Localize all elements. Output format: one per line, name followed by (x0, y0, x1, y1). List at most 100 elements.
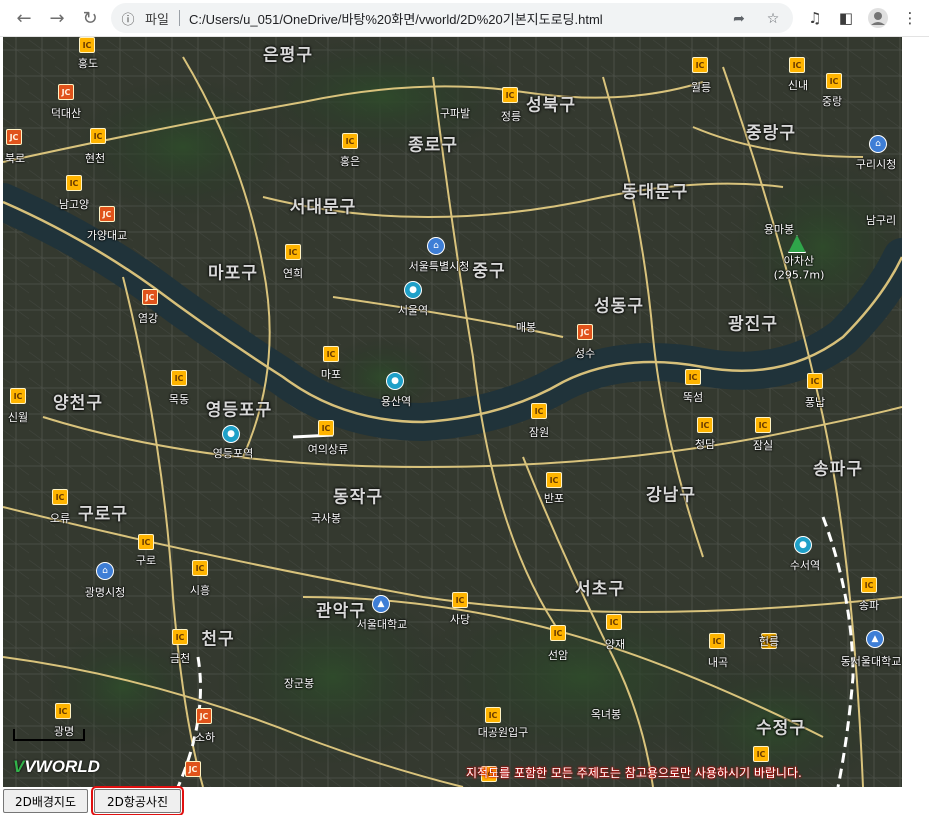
ic-marker-icon[interactable]: IC (171, 370, 187, 386)
ic-marker-icon[interactable]: IC (606, 614, 622, 630)
district-label: 은평구 (263, 45, 313, 66)
ic-marker-icon[interactable]: IC (531, 403, 547, 419)
place-label: 내곡 (707, 656, 729, 669)
place-label: 서울특별시청 (408, 260, 470, 273)
back-arrow-icon[interactable]: ← (12, 6, 36, 30)
place-label: 잠실 (752, 439, 774, 452)
ic-marker-icon[interactable]: IC (709, 633, 725, 649)
place-label: 영등포역 (212, 447, 254, 460)
ic-marker-icon[interactable]: IC (753, 746, 769, 762)
district-label: 마포구 (208, 263, 258, 284)
school-icon[interactable]: ▲ (866, 630, 884, 648)
ic-marker-icon[interactable]: IC (697, 417, 713, 433)
side-panel-icon[interactable]: ◧ (834, 6, 858, 30)
jc-marker-icon[interactable]: JC (196, 708, 212, 724)
aerial-photo-button[interactable]: 2D항공사진 (91, 786, 184, 815)
ic-marker-icon[interactable]: IC (826, 73, 842, 89)
ic-marker-icon[interactable]: IC (502, 87, 518, 103)
place-label: 소하 (194, 731, 216, 744)
place-label: 광명시청 (84, 586, 126, 599)
star-icon[interactable]: ☆ (763, 9, 783, 29)
vworld-logo: VVWORLD (13, 757, 100, 776)
media-control-icon[interactable]: ♫ (803, 6, 827, 30)
ic-marker-icon[interactable]: IC (485, 707, 501, 723)
district-label: 구로구 (78, 504, 128, 525)
ic-marker-icon[interactable]: IC (685, 369, 701, 385)
jc-marker-icon[interactable]: JC (58, 84, 74, 100)
building-icon[interactable]: ⌂ (869, 135, 887, 153)
file-label: 파일 (145, 12, 169, 27)
place-label: 여의상류 (307, 443, 349, 456)
ic-marker-icon[interactable]: IC (550, 625, 566, 641)
ic-marker-icon[interactable]: IC (318, 420, 334, 436)
place-label: 수서역 (789, 559, 821, 572)
info-icon[interactable]: ⓘ (119, 9, 137, 28)
place-label: 홍도 (77, 57, 99, 70)
profile-avatar-icon[interactable] (866, 6, 890, 30)
ic-marker-icon[interactable]: IC (789, 57, 805, 73)
place-label: 성수 (574, 347, 596, 360)
place-label: 북로 (4, 152, 26, 165)
district-label: 중랑구 (746, 123, 796, 144)
school-icon[interactable]: ▲ (372, 595, 390, 613)
place-label: 정릉 (500, 110, 522, 123)
district-label: 성동구 (594, 296, 644, 317)
place-label: 남구리 (865, 214, 897, 227)
district-label: 광진구 (728, 314, 778, 335)
ic-marker-icon[interactable]: IC (138, 534, 154, 550)
base-map-button[interactable]: 2D배경지도 (3, 789, 88, 813)
ic-marker-icon[interactable]: IC (192, 560, 208, 576)
map-canvas[interactable]: 은평구 성북구 종로구 중랑구 동대문구 서대문구 마포구 중구 성동구 광진구… (3, 37, 902, 787)
place-label: 장군봉 (283, 677, 315, 690)
district-label: 종로구 (408, 135, 458, 156)
building-icon[interactable]: ⌂ (96, 562, 114, 580)
ic-marker-icon[interactable]: IC (692, 57, 708, 73)
forward-arrow-icon[interactable]: → (45, 6, 69, 30)
place-label: 월릉 (690, 81, 712, 94)
jc-marker-icon[interactable]: JC (577, 324, 593, 340)
place-label: 풍납 (804, 396, 826, 409)
district-label: 천구 (201, 629, 235, 650)
ic-marker-icon[interactable]: IC (66, 175, 82, 191)
ic-marker-icon[interactable]: IC (10, 388, 26, 404)
place-label: 신내 (787, 79, 809, 92)
jc-marker-icon[interactable]: JC (99, 206, 115, 222)
ic-marker-icon[interactable]: IC (755, 417, 771, 433)
reload-icon[interactable]: ↻ (78, 6, 102, 30)
ic-marker-icon[interactable]: IC (342, 133, 358, 149)
place-label: 매봉 (515, 321, 537, 334)
url-text[interactable]: C:/Users/u_051/OneDrive/바탕%20화면/vworld/2… (189, 9, 603, 28)
place-label: 국사봉 (310, 512, 342, 525)
jc-marker-icon[interactable]: JC (142, 289, 158, 305)
place-label: 서울대학교 (356, 618, 408, 631)
ic-marker-icon[interactable]: IC (79, 37, 95, 53)
ic-marker-icon[interactable]: IC (807, 373, 823, 389)
address-bar[interactable]: ⓘ 파일 C:/Users/u_051/OneDrive/바탕%20화면/vwo… (111, 3, 793, 33)
subway-icon[interactable]: ● (222, 425, 240, 443)
ic-marker-icon[interactable]: IC (90, 128, 106, 144)
place-label: 염강 (137, 312, 159, 325)
ic-marker-icon[interactable]: IC (323, 346, 339, 362)
share-icon[interactable]: ➦ (729, 9, 749, 29)
ic-marker-icon[interactable]: IC (452, 592, 468, 608)
ic-marker-icon[interactable]: IC (55, 703, 71, 719)
subway-icon[interactable]: ● (404, 281, 422, 299)
ic-marker-icon[interactable]: IC (546, 472, 562, 488)
place-label: 구로 (135, 554, 157, 567)
ic-marker-icon[interactable]: IC (52, 489, 68, 505)
browser-toolbar: ← → ↻ ⓘ 파일 C:/Users/u_051/OneDrive/바탕%20… (0, 0, 929, 37)
menu-kebab-icon[interactable]: ⋮ (898, 6, 922, 30)
ic-marker-icon[interactable]: IC (285, 244, 301, 260)
building-icon[interactable]: ⌂ (427, 237, 445, 255)
subway-icon[interactable]: ● (794, 536, 812, 554)
subway-icon[interactable]: ● (386, 372, 404, 390)
jc-marker-icon[interactable]: JC (185, 761, 201, 777)
place-label: 연희 (282, 267, 304, 280)
ic-marker-icon[interactable]: IC (172, 629, 188, 645)
district-label: 양천구 (53, 393, 103, 414)
ic-marker-icon[interactable]: IC (861, 577, 877, 593)
place-label: 청담 (694, 438, 716, 451)
place-label: 서울역 (397, 304, 429, 317)
district-label: 중구 (472, 261, 506, 282)
jc-marker-icon[interactable]: JC (6, 129, 22, 145)
